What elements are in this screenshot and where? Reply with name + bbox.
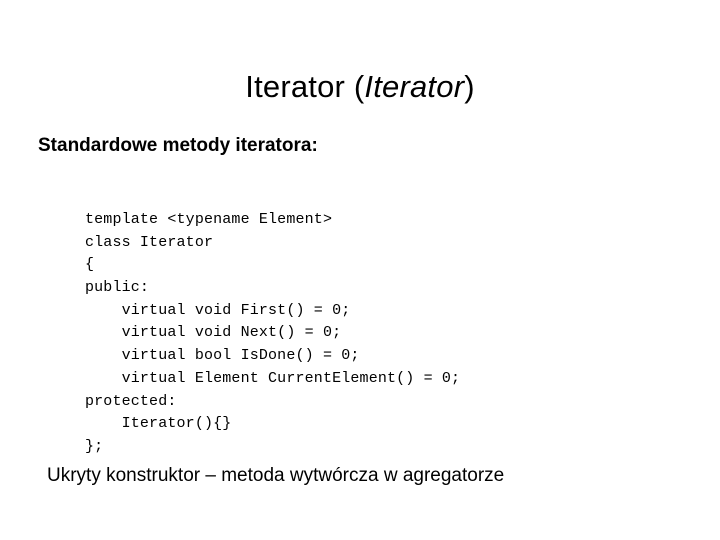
code-line: virtual void First() = 0; <box>85 301 351 319</box>
section-heading: Standardowe metody iteratora: <box>38 135 318 156</box>
code-line: template <typename Element> <box>85 211 333 228</box>
page-title-italic-part: Iterator <box>364 68 465 104</box>
page-title: Iterator (Iterator) <box>0 67 720 107</box>
page-title-main: Iterator <box>245 68 346 104</box>
slide-canvas: Iterator (Iterator) Standardowe metody i… <box>0 0 720 540</box>
slide-caption: Ukryty konstruktor – metoda wytwórcza w … <box>47 465 505 486</box>
page-title-close-paren: ) <box>464 68 475 104</box>
code-line: }; <box>85 437 104 455</box>
code-line: virtual bool IsDone() = 0; <box>85 347 360 365</box>
code-line: protected: <box>85 392 177 410</box>
code-line: public: <box>85 279 150 297</box>
code-block: template <typename Element> class Iterato… <box>85 209 460 459</box>
code-line: class Iterator <box>85 233 214 251</box>
code-line: virtual Element CurrentElement() = 0; <box>85 369 461 387</box>
code-line: { <box>85 256 95 274</box>
code-line: virtual void Next() = 0; <box>85 324 342 342</box>
code-line: Iterator(){} <box>85 415 232 433</box>
page-title-open-paren: ( <box>345 68 365 104</box>
